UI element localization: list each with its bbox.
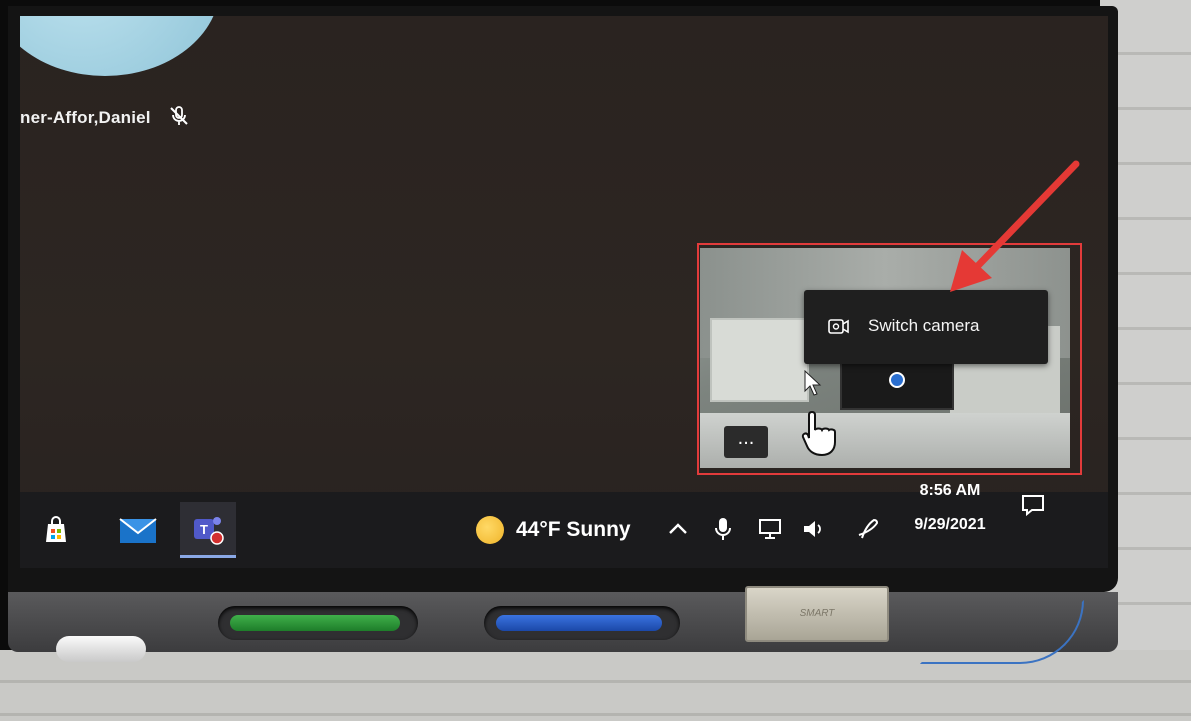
pen-icon[interactable] xyxy=(856,516,882,542)
participant-avatar xyxy=(20,16,220,76)
display-icon[interactable] xyxy=(757,516,783,542)
teams-icon: T xyxy=(194,516,224,545)
notification-icon[interactable] xyxy=(1020,492,1046,518)
mic-off-icon xyxy=(170,106,188,125)
taskbar-mail-button[interactable] xyxy=(110,502,166,558)
eraser[interactable] xyxy=(56,636,146,662)
pen-slot-blue[interactable] xyxy=(484,606,680,640)
pen-slot-green[interactable] xyxy=(218,606,418,640)
windows-taskbar: T 44°F Sunny 8:56 AM 9/29/2021 xyxy=(20,482,1108,568)
clock-date: 9/29/2021 xyxy=(914,516,986,533)
sun-icon xyxy=(476,516,504,544)
mail-icon xyxy=(119,518,157,543)
taskbar-store-button[interactable] xyxy=(28,502,84,558)
microphone-icon[interactable] xyxy=(710,516,736,542)
clock-time: 8:56 AM xyxy=(919,482,981,499)
chevron-up-icon[interactable] xyxy=(665,516,691,542)
photo-frame: ner-Affor,Daniel ... Switch camera T 44°… xyxy=(0,0,1191,721)
weather-widget[interactable]: 44°F Sunny xyxy=(476,492,631,568)
taskbar-teams-button[interactable]: T xyxy=(180,502,236,558)
participant-name: ner-Affor,Daniel xyxy=(20,108,151,127)
blue-pen[interactable] xyxy=(496,615,662,631)
brand-plate: SMART xyxy=(745,586,889,642)
volume-icon[interactable] xyxy=(800,516,826,542)
green-pen[interactable] xyxy=(230,615,400,631)
store-icon xyxy=(46,516,66,542)
taskbar-clock[interactable]: 8:56 AM 9/29/2021 xyxy=(900,482,1000,534)
annotation-arrow-icon xyxy=(950,160,1080,292)
weather-text: 44°F Sunny xyxy=(516,518,631,541)
svg-text:T: T xyxy=(200,522,208,537)
